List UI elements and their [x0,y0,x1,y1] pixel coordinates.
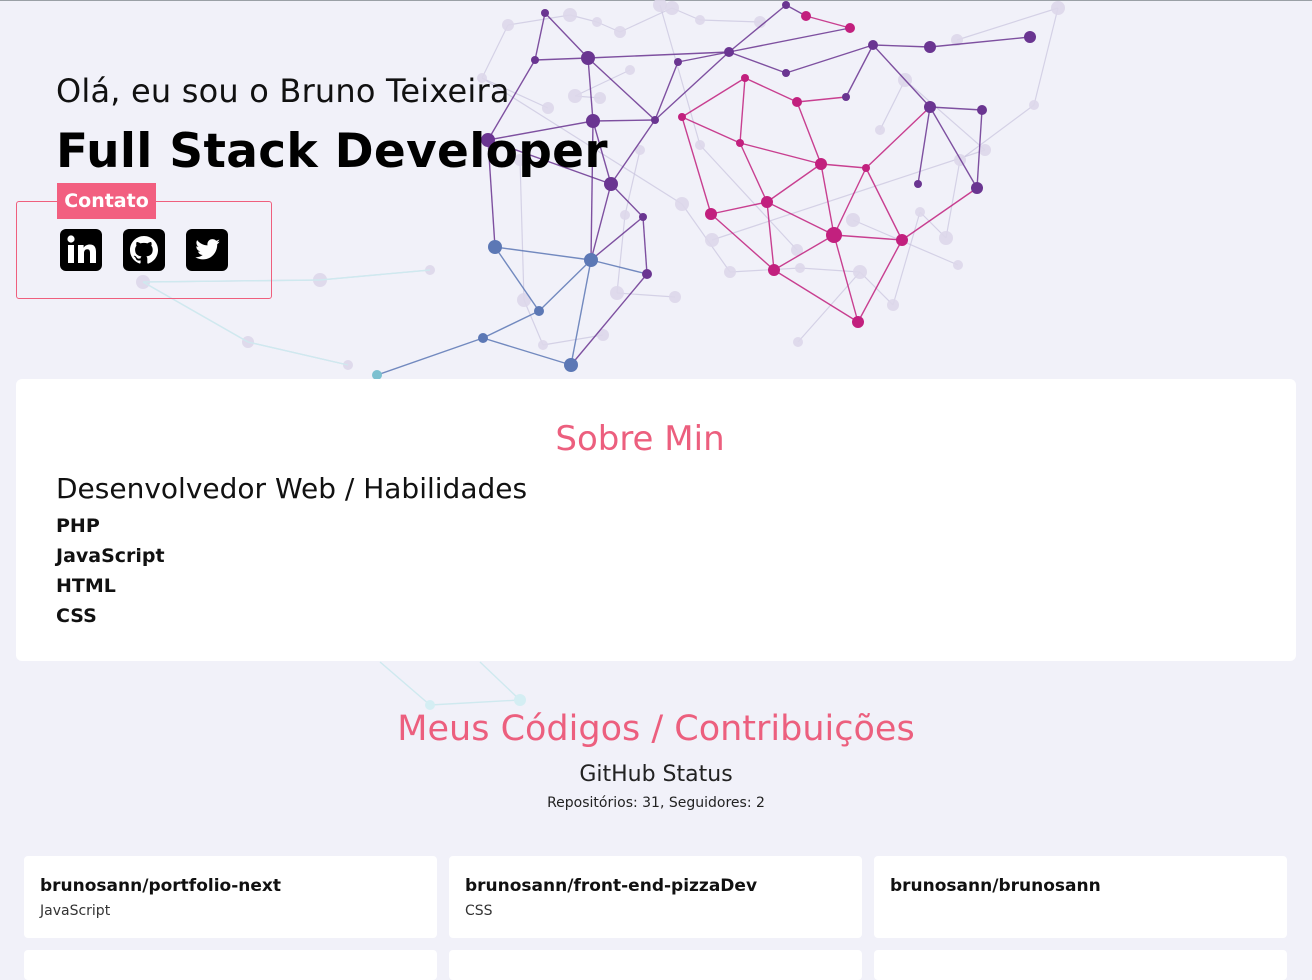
repo-name: brunosann/front-end-pizzaDev [465,876,758,896]
about-title: Sobre Min [555,419,725,459]
repo-card[interactable] [24,950,437,980]
skill-item: JavaScript [56,545,165,567]
hero-role-title: Full Stack Developer [56,124,608,179]
repo-name: brunosann/brunosann [890,876,1101,896]
about-subtitle: Desenvolvedor Web / Habilidades [56,472,528,505]
contact-label: Contato [57,183,156,219]
network-node [514,694,526,706]
twitter-link[interactable] [185,228,229,272]
repo-card[interactable] [449,950,862,980]
github-link[interactable] [122,228,166,272]
repo-name: brunosann/portfolio-next [40,876,281,896]
github-stats: Repositórios: 31, Seguidores: 2 [547,795,765,811]
linkedin-link[interactable] [59,228,103,272]
repo-card[interactable]: brunosann/brunosann [874,856,1287,938]
twitter-icon [186,229,228,271]
skill-item: CSS [56,605,97,627]
github-status-title: GitHub Status [579,762,733,787]
repo-card[interactable]: brunosann/portfolio-next JavaScript [24,856,437,938]
skill-item: PHP [56,515,100,537]
repo-card[interactable] [874,950,1287,980]
codes-title: Meus Códigos / Contribuições [397,709,915,749]
network-line [429,699,521,706]
hero-section: Olá, eu sou o Bruno Teixeira Full Stack … [0,0,1312,378]
repo-language: JavaScript [40,903,111,919]
github-icon [123,229,165,271]
hero-greeting: Olá, eu sou o Bruno Teixeira [56,72,510,110]
repo-language: CSS [465,903,493,919]
skills-list: PHP JavaScript HTML CSS [56,514,165,634]
network-line [479,661,521,701]
repo-card[interactable]: brunosann/front-end-pizzaDev CSS [449,856,862,938]
network-line [379,661,431,706]
skill-item: HTML [56,575,116,597]
linkedin-icon [60,229,102,271]
